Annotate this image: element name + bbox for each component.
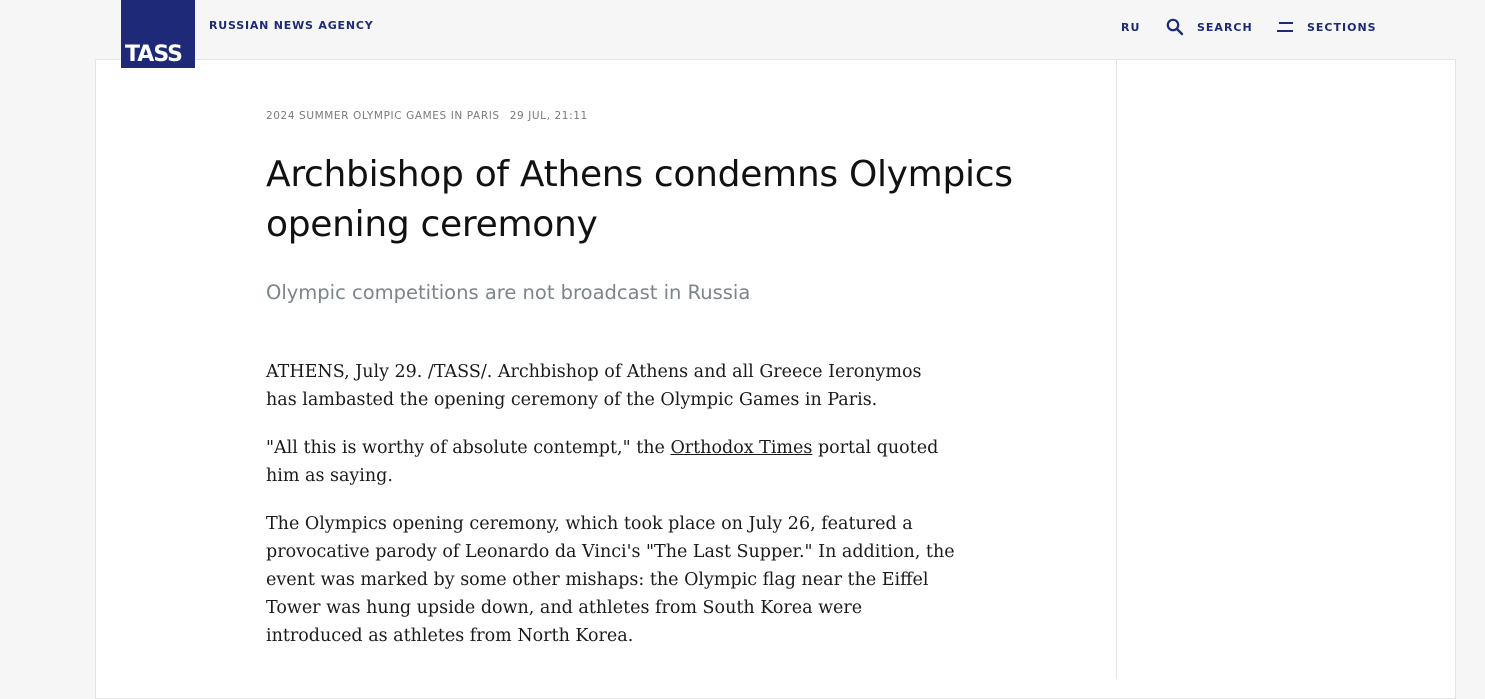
language-label: RU (1121, 20, 1141, 34)
article-paragraph: ATHENS, July 29. /TASS/. Archbishop of A… (266, 362, 922, 410)
article-lead: Olympic competitions are not broadcast i… (266, 281, 751, 304)
article-body: ATHENS, July 29. /TASS/. Archbishop of A… (266, 358, 956, 670)
article-title: Archbishop of Athens condemns Olympics o… (266, 154, 1013, 245)
article-paragraph: "All this is worthy of absolute contempt… (266, 434, 956, 490)
language-switch[interactable]: RU (1121, 16, 1140, 38)
article-date: 29 JUL, 21:11 (509, 110, 588, 122)
menu-icon (1276, 20, 1294, 34)
column-divider (1116, 59, 1117, 679)
tass-logo[interactable]: TASS (121, 0, 195, 68)
article-rubric[interactable]: 2024 SUMMER OLYMPIC GAMES IN PARIS (266, 110, 500, 122)
sections-label: SECTIONS (1307, 20, 1377, 34)
logo-text: TASS (125, 42, 183, 67)
article-paragraph: The Olympics opening ceremony, which too… (266, 514, 955, 646)
agency-name: RUSSIAN NEWS AGENCY (209, 19, 374, 32)
orthodox-times-link[interactable]: Orthodox Times (670, 438, 812, 458)
search-label: SEARCH (1197, 20, 1253, 34)
search-button[interactable]: SEARCH (1166, 16, 1253, 38)
sections-button[interactable]: SECTIONS (1276, 16, 1377, 38)
paragraph-text: "All this is worthy of absolute contempt… (266, 438, 671, 458)
article-meta: 2024 SUMMER OLYMPIC GAMES IN PARIS 29 JUL… (266, 110, 588, 122)
search-icon (1166, 18, 1184, 36)
